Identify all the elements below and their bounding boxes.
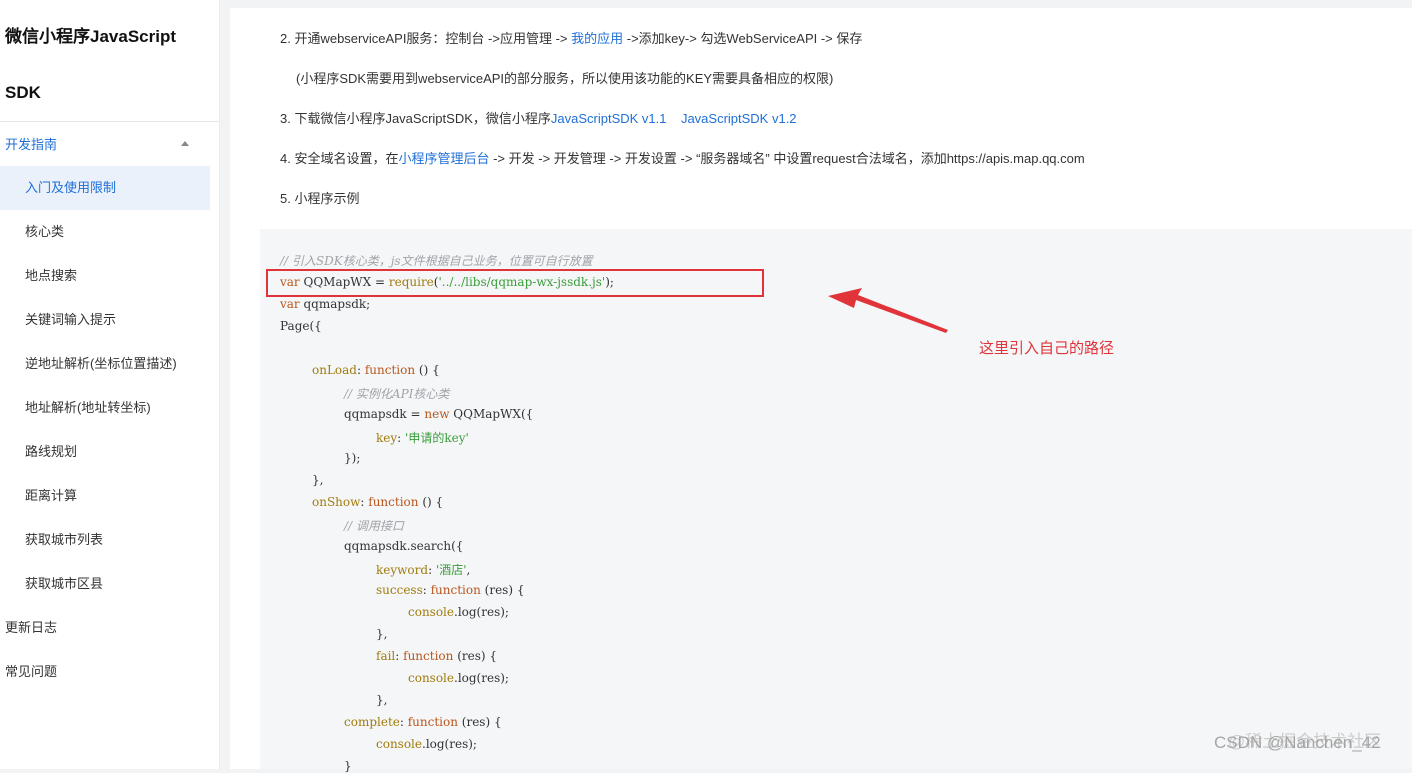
sidebar-item-intro[interactable]: 入门及使用限制 <box>0 166 210 210</box>
nav-group-label: 开发指南 <box>5 137 58 152</box>
step-4: 4. 安全域名设置，在小程序管理后台 -> 开发 -> 开发管理 -> 开发设置… <box>280 148 1085 167</box>
code-token: : <box>399 715 408 729</box>
code-line: qqmapsdk = new QQMapWX({ <box>344 407 533 421</box>
code-line: }, <box>376 693 388 707</box>
code-line: } <box>344 759 352 773</box>
code-token: function <box>430 583 481 597</box>
sidebar-item-changelog[interactable]: 更新日志 <box>0 606 210 650</box>
sidebar-item-reverse-geocode[interactable]: 逆地址解析(坐标位置描述) <box>0 342 210 386</box>
code-token: onShow <box>312 495 361 509</box>
code-line: qqmapsdk.search({ <box>344 539 464 553</box>
code-line: keyword: '酒店', <box>376 561 470 578</box>
annotation-arrow-icon <box>828 288 948 333</box>
mini-program-admin-link[interactable]: 小程序管理后台 <box>398 151 489 166</box>
code-token: (res) { <box>480 583 525 597</box>
code-token: function <box>364 363 416 377</box>
sidebar-item-faq[interactable]: 常见问题 <box>0 650 210 694</box>
code-token: complete <box>344 715 400 729</box>
code-line: console.log(res); <box>376 737 477 751</box>
code-token: .log(res); <box>454 605 509 619</box>
code-line: }); <box>344 451 361 465</box>
code-token: new <box>424 407 450 421</box>
sidebar-item-core-class[interactable]: 核心类 <box>0 210 210 254</box>
code-line: Page({ <box>280 319 322 333</box>
sdk-title-line2: SDK <box>5 83 41 102</box>
highlight-box <box>266 269 764 297</box>
code-token: , <box>466 563 471 577</box>
sidebar: 微信小程序JavaScript SDK 开发指南 入门及使用限制 核心类 地点搜… <box>0 0 220 769</box>
sdk-v11-link[interactable]: JavaScriptSDK v1.1 <box>551 111 667 126</box>
step-4-prefix: 4. 安全域名设置，在 <box>280 151 399 166</box>
code-token: QQMapWX({ <box>449 407 534 421</box>
code-token: function <box>368 495 419 509</box>
code-token: function <box>403 649 454 663</box>
top-strip <box>230 0 1412 8</box>
watermark-csdn: CSDN @Nanchen_42 <box>1214 733 1381 752</box>
code-token: key <box>376 431 398 445</box>
step-3: 3. 下载微信小程序JavaScriptSDK，微信小程序JavaScriptS… <box>280 108 797 127</box>
annotation-text: 这里引入自己的路径 <box>979 340 1115 357</box>
code-line: success: function (res) { <box>376 583 524 597</box>
code-line: console.log(res); <box>408 605 509 619</box>
step-4-suffix: -> 开发 -> 开发管理 -> 开发设置 -> “服务器域名” 中设置requ… <box>489 151 1085 166</box>
code-comment: // 实例化API核心类 <box>344 387 450 401</box>
sidebar-item-geocode[interactable]: 地址解析(地址转坐标) <box>0 386 210 430</box>
code-token: : <box>397 431 406 445</box>
code-token: success <box>376 583 423 597</box>
code-token: qqmapsdk = <box>344 407 425 421</box>
code-token: .log(res); <box>422 737 477 751</box>
code-line: complete: function (res) { <box>344 715 502 729</box>
code-line: onLoad: function () { <box>312 363 440 377</box>
sidebar-item-city-district[interactable]: 获取城市区县 <box>0 562 210 606</box>
code-token: console <box>408 605 454 619</box>
step-5: 5. 小程序示例 <box>280 191 360 206</box>
my-apps-link[interactable]: 我的应用 <box>571 31 623 46</box>
code-token: var <box>280 297 300 311</box>
sidebar-item-route-planning[interactable]: 路线规划 <box>0 430 210 474</box>
code-token: () { <box>418 495 444 509</box>
code-token: (res) { <box>453 649 497 663</box>
code-token: .log(res); <box>454 671 509 685</box>
code-token: console <box>408 671 454 685</box>
sidebar-item-distance[interactable]: 距离计算 <box>0 474 210 518</box>
code-token: () { <box>415 363 440 377</box>
step-3-prefix: 3. 下载微信小程序JavaScriptSDK，微信小程序 <box>280 111 551 126</box>
sdk-v12-link[interactable]: JavaScriptSDK v1.2 <box>681 111 797 126</box>
step-2-note: (小程序SDK需要用到webserviceAPI的部分服务，所以使用该功能的KE… <box>296 71 834 86</box>
code-token: : <box>395 649 404 663</box>
code-line: }, <box>376 627 388 641</box>
sidebar-item-place-search[interactable]: 地点搜索 <box>0 254 210 298</box>
code-comment-import: // 引入SDK核心类，js文件根据自己业务，位置可自行放置 <box>280 254 593 268</box>
sidebar-item-keyword-suggest[interactable]: 关键词输入提示 <box>0 298 210 342</box>
code-token: onLoad <box>312 363 357 377</box>
step-2-prefix: 2. 开通webserviceAPI服务：控制台 ->应用管理 -> <box>280 31 572 46</box>
code-line: }, <box>312 473 324 487</box>
code-token: : <box>356 363 365 377</box>
sidebar-divider <box>0 121 219 122</box>
step-2: 2. 开通webserviceAPI服务：控制台 ->应用管理 -> 我的应用 … <box>280 28 862 47</box>
sidebar-item-city-list[interactable]: 获取城市列表 <box>0 518 210 562</box>
code-line: fail: function (res) { <box>376 649 497 663</box>
step-2-suffix: ->添加key-> 勾选WebServiceAPI -> 保存 <box>623 31 863 46</box>
code-token: '酒店' <box>435 563 467 577</box>
code-line: key: '申请的key' <box>376 429 469 446</box>
code-token: qqmapsdk; <box>299 297 371 311</box>
code-token: : <box>428 563 436 577</box>
code-token: console <box>376 737 422 751</box>
sdk-title-line1: 微信小程序JavaScript <box>5 27 176 46</box>
code-token: fail <box>376 649 396 663</box>
code-token: function <box>407 715 458 729</box>
code-token: (res) { <box>457 715 502 729</box>
code-comment: // 调用接口 <box>344 519 404 533</box>
code-token: '申请的key' <box>405 431 469 445</box>
caret-up-icon[interactable] <box>181 141 189 146</box>
code-line: console.log(res); <box>408 671 509 685</box>
code-line: onShow: function () { <box>312 495 443 509</box>
nav-group-dev-guide[interactable]: 开发指南 <box>0 132 219 158</box>
code-line: var qqmapsdk; <box>280 297 370 311</box>
code-token: : <box>422 583 431 597</box>
code-token: keyword <box>376 563 429 577</box>
